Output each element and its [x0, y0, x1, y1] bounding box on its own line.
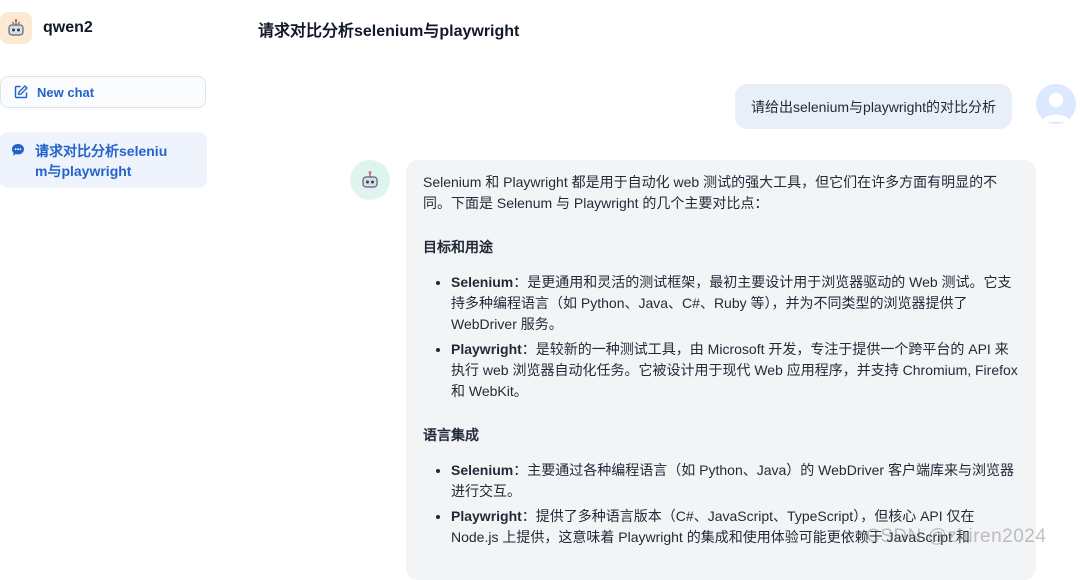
user-message: 请给出selenium与playwright的对比分析 — [735, 84, 1013, 129]
page-title: 请求对比分析selenium与playwright — [258, 23, 520, 40]
brand-name: qwen2 — [43, 19, 93, 36]
list-item-term: Playwright — [451, 508, 522, 524]
user-avatar-icon — [1036, 84, 1076, 124]
section-heading: 目标和用途 — [423, 239, 493, 255]
assistant-message: Selenium 和 Playwright 都是用于自动化 web 测试的强大工… — [406, 160, 1036, 580]
list-item: Playwright：是较新的一种测试工具，由 Microsoft 开发，专注于… — [451, 339, 1020, 402]
chat-bubble-icon — [11, 143, 25, 157]
list-item-text: ：是较新的一种测试工具，由 Microsoft 开发，专注于提供一个跨平台的 A… — [451, 341, 1018, 399]
list-item: Selenium：主要通过各种编程语言（如 Python、Java）的 WebD… — [451, 460, 1020, 502]
sidebar-item-conversation[interactable]: 请求对比分析selenium与playwright — [0, 132, 207, 188]
list-item-text: ：是更通用和灵活的测试框架，最初主要设计用于浏览器驱动的 Web 测试。它支持多… — [451, 274, 1012, 332]
list-item-term: Selenium — [451, 274, 514, 290]
user-message-text: 请给出selenium与playwright的对比分析 — [751, 98, 997, 115]
list-item-text: ：主要通过各种编程语言（如 Python、Java）的 WebDriver 客户… — [451, 462, 1014, 499]
watermark: CSDN @zhiren2024 — [866, 526, 1047, 547]
brand: qwen2 — [0, 10, 93, 46]
robot-icon — [350, 160, 390, 200]
assistant-intro: Selenium 和 Playwright 都是用于自动化 web 测试的强大工… — [423, 174, 998, 211]
new-chat-label: New chat — [37, 84, 95, 100]
section-heading: 语言集成 — [423, 427, 479, 443]
list-item-term: Selenium — [451, 462, 514, 478]
sidebar: qwen2 New chat 请求对比分析selenium与playwright — [0, 0, 215, 556]
robot-icon — [0, 12, 32, 44]
new-chat-button[interactable]: New chat — [0, 76, 206, 108]
edit-icon — [13, 84, 29, 100]
list-item-term: Playwright — [451, 341, 522, 357]
list-item: Selenium：是更通用和灵活的测试框架，最初主要设计用于浏览器驱动的 Web… — [451, 272, 1020, 335]
section-list: Selenium：是更通用和灵活的测试框架，最初主要设计用于浏览器驱动的 Web… — [423, 272, 1020, 402]
conversation-label: 请求对比分析selenium与playwright — [35, 143, 168, 179]
